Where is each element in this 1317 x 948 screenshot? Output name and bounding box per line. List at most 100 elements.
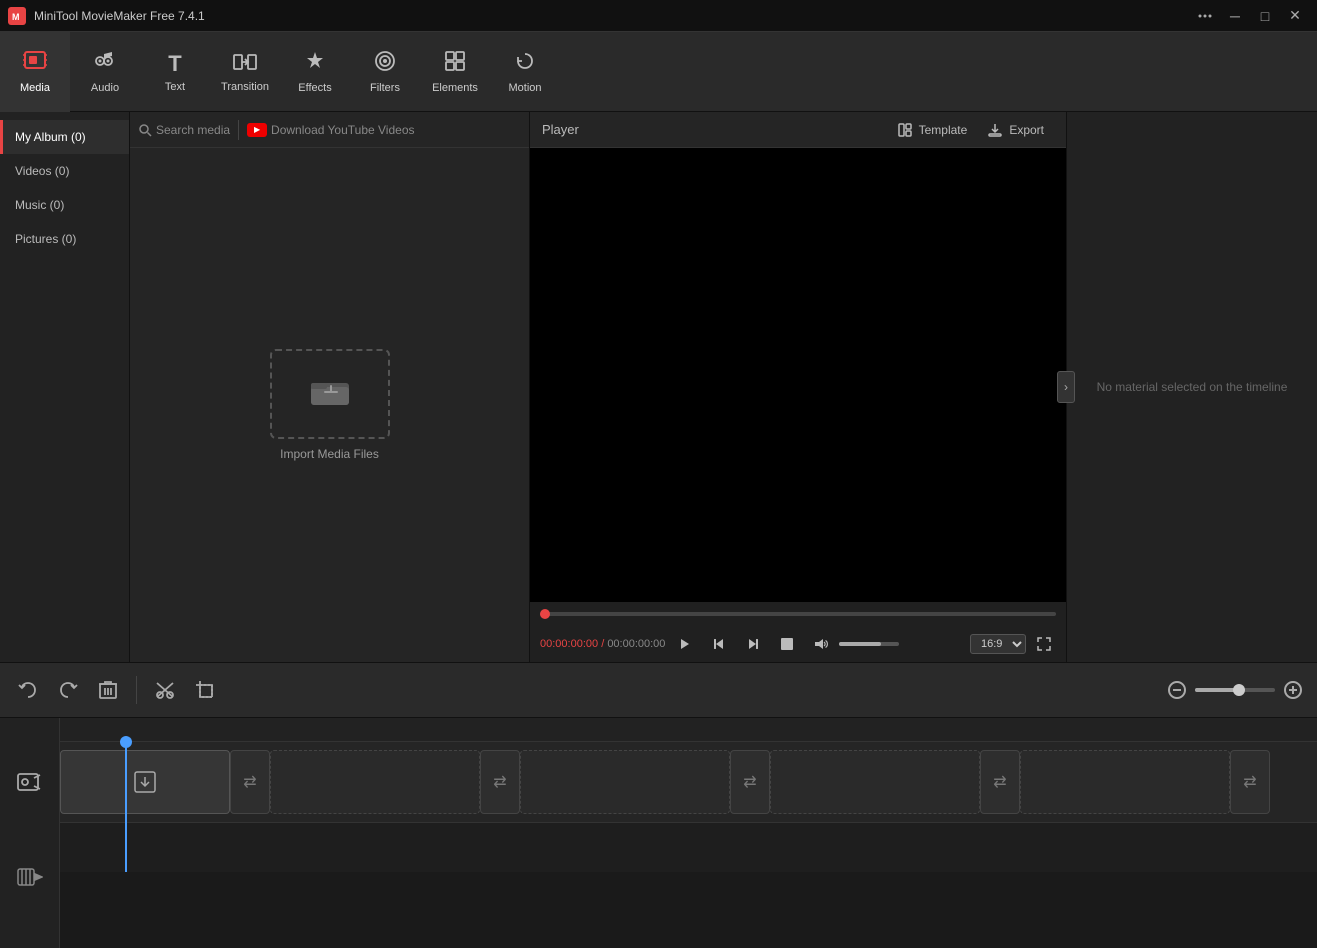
volume-control bbox=[807, 630, 899, 658]
zoom-knob[interactable] bbox=[1233, 684, 1245, 696]
player-controls: 00:00:00:00 / 00:00:00:00 bbox=[530, 626, 1066, 662]
volume-slider[interactable] bbox=[839, 642, 899, 646]
zoom-in-button[interactable] bbox=[1281, 678, 1305, 702]
maximize-button[interactable]: □ bbox=[1251, 4, 1279, 28]
text-icon: T bbox=[168, 51, 181, 77]
toolbar-audio[interactable]: Audio bbox=[70, 32, 140, 112]
transition-icon bbox=[233, 51, 257, 77]
toolbar-elements[interactable]: Elements bbox=[420, 32, 490, 112]
pictures-label: Pictures (0) bbox=[15, 232, 76, 246]
toolbar-transition[interactable]: Transition bbox=[210, 32, 280, 112]
toolbar-filters[interactable]: Filters bbox=[350, 32, 420, 112]
my-album-label: My Album (0) bbox=[15, 130, 86, 144]
toolbar-text[interactable]: T Text bbox=[140, 32, 210, 112]
sidebar-item-videos[interactable]: Videos (0) bbox=[0, 154, 129, 188]
timeline-tracks-area[interactable]: ⇄ ⇄ ⇄ ⇄ bbox=[60, 718, 1317, 948]
delete-button[interactable] bbox=[92, 674, 124, 706]
window-controls: ─ □ ✕ bbox=[1191, 4, 1309, 28]
video-preview bbox=[530, 148, 1066, 602]
undo-icon bbox=[18, 680, 38, 700]
transition-arrow-2: ⇄ bbox=[493, 772, 506, 792]
export-button[interactable]: Export bbox=[977, 118, 1054, 142]
aspect-ratio-select[interactable]: 16:9 9:16 4:3 1:1 bbox=[970, 634, 1026, 654]
close-button[interactable]: ✕ bbox=[1281, 4, 1309, 28]
next-frame-button[interactable] bbox=[739, 630, 767, 658]
track-clip-transition-3[interactable]: ⇄ bbox=[730, 750, 770, 814]
minimize-button[interactable]: ─ bbox=[1221, 4, 1249, 28]
track-clip-transition-5[interactable]: ⇄ bbox=[1230, 750, 1270, 814]
sidebar-item-my-album[interactable]: My Album (0) bbox=[0, 120, 129, 154]
import-area: Import Media Files bbox=[130, 148, 529, 662]
playhead[interactable] bbox=[125, 742, 127, 872]
download-youtube-button[interactable]: ▶ Download YouTube Videos bbox=[247, 123, 414, 137]
import-label[interactable]: Import Media Files bbox=[280, 447, 379, 461]
media-label: Media bbox=[20, 82, 50, 94]
right-panel-toggle[interactable]: › bbox=[1057, 371, 1075, 403]
zoom-in-icon bbox=[1283, 680, 1303, 700]
search-media-label: Search media bbox=[156, 123, 230, 137]
player-panel: Player Template Export bbox=[530, 112, 1067, 662]
app-icon: M bbox=[8, 7, 26, 25]
sidebar-item-music[interactable]: Music (0) bbox=[0, 188, 129, 222]
audio-track bbox=[60, 822, 1317, 872]
track-clip-empty-2[interactable] bbox=[520, 750, 730, 814]
elements-icon bbox=[444, 50, 466, 78]
track-clip-empty-4[interactable] bbox=[1020, 750, 1230, 814]
sidebar: My Album (0) Videos (0) Music (0) Pictur… bbox=[0, 112, 130, 662]
search-icon bbox=[138, 123, 152, 137]
media-toolbar: Search media ▶ Download YouTube Videos bbox=[130, 112, 529, 148]
undo-button[interactable] bbox=[12, 674, 44, 706]
motion-label: Motion bbox=[508, 82, 541, 94]
crop-button[interactable] bbox=[189, 674, 221, 706]
track-clip-transition-1[interactable]: ⇄ bbox=[230, 750, 270, 814]
sidebar-item-pictures[interactable]: Pictures (0) bbox=[0, 222, 129, 256]
scissors-icon bbox=[155, 680, 175, 700]
effects-label: Effects bbox=[298, 82, 331, 94]
filters-label: Filters bbox=[370, 82, 400, 94]
template-icon bbox=[897, 122, 913, 138]
youtube-icon: ▶ bbox=[247, 123, 267, 137]
track-clip-transition-2[interactable]: ⇄ bbox=[480, 750, 520, 814]
no-material-text: No material selected on the timeline bbox=[1085, 368, 1300, 406]
track-clip-empty-1[interactable] bbox=[270, 750, 480, 814]
play-button[interactable] bbox=[671, 630, 699, 658]
progress-knob[interactable] bbox=[540, 609, 550, 619]
prev-frame-button[interactable] bbox=[705, 630, 733, 658]
music-label: Music (0) bbox=[15, 198, 64, 212]
track-clip-main[interactable] bbox=[60, 750, 230, 814]
zoom-slider[interactable] bbox=[1195, 688, 1275, 692]
title-bar: M MiniTool MovieMaker Free 7.4.1 ─ □ ✕ bbox=[0, 0, 1317, 32]
menu-button[interactable] bbox=[1191, 4, 1219, 28]
motion-icon bbox=[514, 50, 536, 78]
volume-icon bbox=[813, 636, 829, 652]
cut-button[interactable] bbox=[149, 674, 181, 706]
fullscreen-icon bbox=[1037, 637, 1051, 651]
track-clip-transition-4[interactable]: ⇄ bbox=[980, 750, 1020, 814]
fullscreen-button[interactable] bbox=[1032, 632, 1056, 656]
toolbar-motion[interactable]: Motion bbox=[490, 32, 560, 112]
add-media-icon[interactable] bbox=[16, 768, 44, 796]
playhead-marker bbox=[120, 736, 132, 748]
import-box[interactable] bbox=[270, 349, 390, 439]
timeline: ⇄ ⇄ ⇄ ⇄ bbox=[0, 718, 1317, 948]
search-media-button[interactable]: Search media bbox=[138, 123, 230, 137]
video-track-icon bbox=[16, 866, 44, 888]
progress-track[interactable] bbox=[540, 612, 1056, 616]
stop-icon bbox=[781, 638, 793, 650]
text-label: Text bbox=[165, 81, 185, 93]
zoom-out-button[interactable] bbox=[1165, 678, 1189, 702]
next-icon bbox=[746, 637, 760, 651]
stop-button[interactable] bbox=[773, 630, 801, 658]
redo-button[interactable] bbox=[52, 674, 84, 706]
toolbar-effects[interactable]: Effects bbox=[280, 32, 350, 112]
delete-icon bbox=[99, 680, 117, 700]
player-title: Player bbox=[542, 122, 887, 137]
transition-label: Transition bbox=[221, 81, 269, 93]
toolbar-media[interactable]: Media bbox=[0, 32, 70, 112]
volume-button[interactable] bbox=[807, 630, 835, 658]
track-clip-empty-3[interactable] bbox=[770, 750, 980, 814]
bottom-toolbar bbox=[0, 662, 1317, 718]
download-clip-icon bbox=[131, 768, 159, 796]
timeline-ruler bbox=[60, 718, 1317, 742]
template-button[interactable]: Template bbox=[887, 118, 978, 142]
